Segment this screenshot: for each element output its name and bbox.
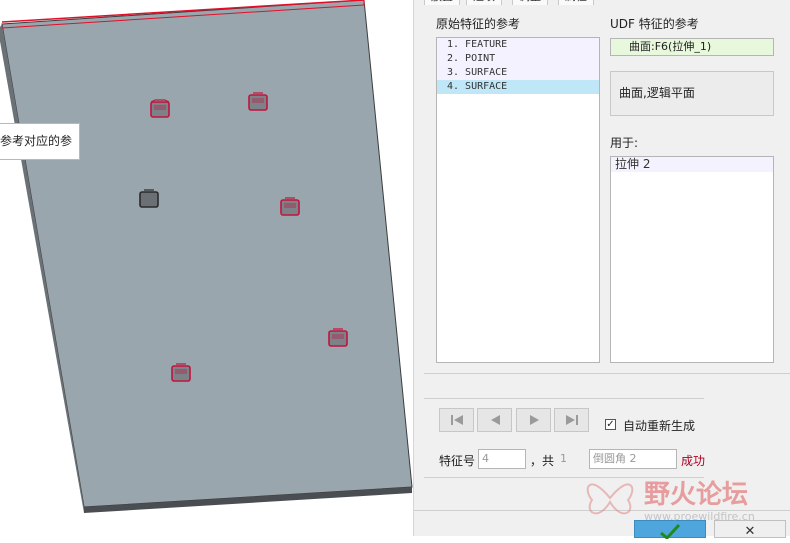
ok-button[interactable] (634, 520, 706, 541)
divider (424, 373, 790, 374)
udf-refs-label: UDF 特征的参考 (610, 17, 699, 31)
divider (424, 398, 704, 399)
feature-marker[interactable] (171, 363, 191, 382)
feature-number-label: 特征号 (439, 454, 476, 468)
tab-placement[interactable]: 放置 (424, 0, 460, 5)
model-viewport[interactable]: 参考对应的参 (0, 0, 413, 536)
last-feature-button[interactable] (554, 408, 589, 432)
skip-start-icon (451, 415, 463, 425)
watermark-title: 野火论坛 (644, 480, 749, 510)
original-ref-item[interactable]: 1. FEATURE (437, 38, 599, 52)
tab-properties[interactable]: 属性 (558, 0, 594, 5)
skip-end-icon (566, 415, 578, 425)
check-icon: ✓ (606, 419, 615, 430)
udf-ref-option-button[interactable]: 曲面,逻辑平面 (610, 71, 774, 116)
feature-marker[interactable] (248, 92, 268, 111)
divider (424, 477, 704, 478)
play-back-icon (491, 415, 500, 425)
original-refs-list[interactable]: 1. FEATURE 2. POINT 3. SURFACE 4. SURFACE (436, 37, 600, 363)
divider (414, 510, 790, 511)
model-graphics[interactable] (0, 0, 413, 536)
play-icon (530, 415, 539, 425)
used-for-label: 用于: (610, 136, 639, 150)
used-for-item[interactable]: 拉伸 2 (611, 157, 773, 172)
tab-options[interactable]: 选项 (466, 0, 502, 5)
original-ref-item[interactable]: 4. SURFACE (437, 80, 599, 94)
total-label: ，共 (530, 454, 555, 468)
udf-ref-field[interactable]: 曲面:F6(拉伸_1) (610, 38, 774, 56)
tab-adjust[interactable]: 调整 (512, 0, 548, 5)
original-refs-label: 原始特征的参考 (436, 17, 521, 31)
total-value: 1 (560, 452, 567, 465)
original-ref-item[interactable]: 2. POINT (437, 52, 599, 66)
checkmark-icon (660, 523, 681, 541)
feature-marker-current[interactable] (139, 189, 159, 208)
next-feature-button[interactable] (516, 408, 551, 432)
feature-name-field: 倒圆角 2 (589, 449, 677, 469)
tab-bar: 放置 选项 调整 属性 (424, 0, 604, 5)
original-ref-item[interactable]: 3. SURFACE (437, 66, 599, 80)
feature-number-input[interactable]: 4 (478, 449, 526, 469)
feature-marker[interactable] (150, 99, 170, 118)
udf-placement-dialog: 放置 选项 调整 属性 原始特征的参考 1. FEATURE2. POINT3.… (413, 0, 790, 541)
cancel-button[interactable]: ✕ (714, 520, 786, 539)
previous-feature-button[interactable] (477, 408, 512, 432)
reference-tooltip: 参考对应的参 (0, 123, 80, 160)
auto-regen-label: 自动重新生成 (623, 419, 696, 433)
first-feature-button[interactable] (439, 408, 474, 432)
feature-marker[interactable] (280, 197, 300, 216)
plate-surface[interactable] (1, 0, 413, 508)
auto-regen-checkbox[interactable]: ✓ (605, 419, 616, 430)
feature-marker[interactable] (328, 328, 348, 347)
used-for-list[interactable]: 拉伸 2 (610, 156, 774, 363)
status-text: 成功 (681, 454, 706, 468)
